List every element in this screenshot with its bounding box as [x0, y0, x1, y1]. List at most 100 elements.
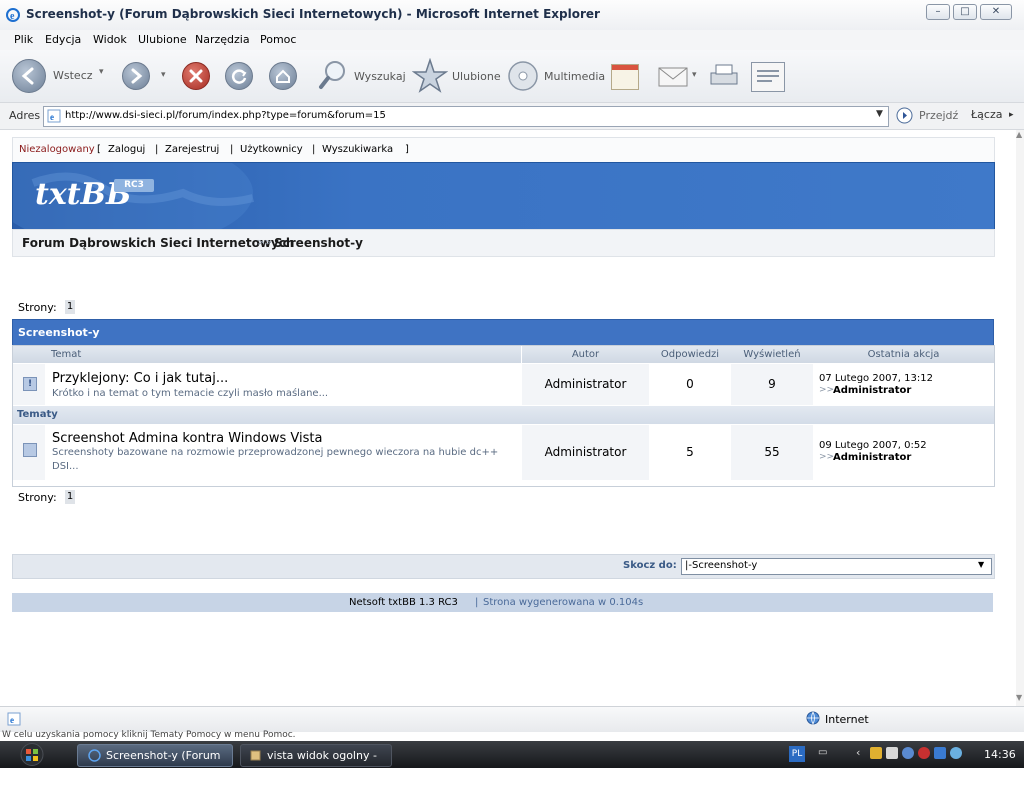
- topic-description-cont: DSI...: [52, 461, 79, 472]
- multimedia-label: Multimedia: [544, 70, 606, 83]
- go-arrow-icon: [896, 107, 913, 124]
- views-cell: 55: [731, 425, 813, 480]
- menu-help[interactable]: Pomoc: [260, 33, 296, 46]
- page-number-link-bottom[interactable]: 1: [65, 490, 75, 504]
- search-button[interactable]: Wyszukaj: [317, 58, 406, 95]
- login-link[interactable]: Zaloguj: [108, 144, 145, 155]
- table-row: ! Przyklejony: Co i jak tutaj... Krótko …: [13, 364, 994, 405]
- status-page-icon: e: [7, 712, 21, 726]
- security-zone: Internet: [825, 713, 869, 726]
- column-header-replies: Odpowiedzi: [649, 346, 732, 363]
- forward-button[interactable]: [122, 62, 150, 90]
- back-icon: [12, 59, 46, 93]
- version-badge: RC3: [114, 179, 154, 192]
- print-icon: [710, 64, 738, 85]
- last-action-arrow: >>: [819, 385, 835, 395]
- forum-banner: txtBB RC3: [12, 162, 995, 230]
- mail-icon: [658, 67, 688, 87]
- language-indicator[interactable]: PL: [789, 746, 805, 762]
- history-button[interactable]: [611, 64, 639, 90]
- tray-icons[interactable]: [870, 747, 970, 761]
- menu-favorites[interactable]: Ulubione: [138, 33, 187, 46]
- author-cell: Administrator: [522, 364, 649, 405]
- last-action-user[interactable]: Administrator: [833, 452, 911, 463]
- multimedia-button[interactable]: Multimedia: [507, 60, 605, 95]
- edit-button[interactable]: [751, 62, 785, 92]
- print-button[interactable]: [707, 62, 741, 93]
- svg-text:e: e: [10, 11, 15, 22]
- mail-button[interactable]: [657, 62, 691, 93]
- tablet-icon[interactable]: ▭: [818, 747, 827, 758]
- tray-icon[interactable]: [902, 747, 914, 759]
- history-icon: [612, 65, 638, 70]
- tray-icon[interactable]: [934, 747, 946, 759]
- tray-icon[interactable]: [918, 747, 930, 759]
- topic-title-link[interactable]: Przyklejony: Co i jak tutaj...: [52, 371, 228, 386]
- window-title-bar[interactable]: e Screenshot-y (Forum Dąbrowskich Sieci …: [0, 0, 1024, 31]
- links-chevron-icon[interactable]: ▸: [1009, 110, 1014, 120]
- column-header-last-action: Ostatnia akcja: [813, 346, 994, 363]
- home-button[interactable]: [269, 62, 297, 90]
- last-action-date: 07 Lutego 2007, 13:12: [819, 373, 933, 384]
- vertical-scrollbar[interactable]: ▲ ▼: [1016, 130, 1024, 706]
- menu-file[interactable]: Plik: [14, 33, 33, 46]
- login-separator: |: [230, 144, 234, 155]
- go-button[interactable]: Przejdź: [896, 107, 958, 127]
- search-icon: [319, 61, 345, 89]
- breadcrumb-root[interactable]: Forum Dąbrowskich Sieci Internetowych: [22, 236, 294, 250]
- scroll-down-icon[interactable]: ▼: [1016, 693, 1022, 702]
- forward-dropdown-icon[interactable]: ▾: [161, 70, 166, 80]
- column-header-author: Autor: [522, 346, 650, 363]
- menu-tools[interactable]: Narzędzia: [195, 33, 250, 46]
- minimize-button[interactable]: –: [926, 4, 950, 20]
- scroll-up-icon[interactable]: ▲: [1016, 130, 1022, 139]
- tray-icon[interactable]: [870, 747, 882, 759]
- last-action-user[interactable]: Administrator: [833, 385, 911, 396]
- taskbar-item-ie[interactable]: Screenshot-y (Forum ...: [77, 744, 233, 783]
- last-action-date: 09 Lutego 2007, 0:52: [819, 440, 927, 451]
- topic-views: 9: [768, 377, 776, 391]
- back-label: Wstecz: [53, 69, 93, 82]
- users-link[interactable]: Użytkownicy: [240, 144, 303, 155]
- menu-edit[interactable]: Edycja: [45, 33, 81, 46]
- window-title: Screenshot-y (Forum Dąbrowskich Sieci In…: [26, 7, 600, 21]
- refresh-button[interactable]: [225, 62, 253, 90]
- toolbar: Wstecz ▾ ▾ Wyszukaj Ulubione Multimedia …: [0, 50, 1024, 103]
- globe-icon: [806, 711, 820, 725]
- address-input[interactable]: e http://www.dsi-sieci.pl/forum/index.ph…: [43, 106, 889, 127]
- back-dropdown-icon[interactable]: ▾: [99, 67, 104, 77]
- login-bar: Niezalogowany [ Zaloguj | Zarejestruj | …: [12, 137, 995, 163]
- start-button[interactable]: [2, 742, 62, 767]
- tray-icon[interactable]: [950, 747, 962, 759]
- register-link[interactable]: Zarejestruj: [165, 144, 219, 155]
- taskbar-item-paint[interactable]: vista widok ogolny - P...: [240, 744, 392, 783]
- favorites-button[interactable]: Ulubione: [411, 57, 501, 97]
- edit-icon: [757, 70, 779, 82]
- jump-select[interactable]: |-Screenshot-y ▼: [681, 558, 992, 575]
- maximize-button[interactable]: □: [953, 4, 977, 20]
- clock[interactable]: 14:36: [984, 748, 1016, 761]
- links-label[interactable]: Łącza: [971, 108, 1003, 121]
- menu-view[interactable]: Widok: [93, 33, 127, 46]
- tray-expand-icon[interactable]: ‹: [856, 746, 860, 759]
- dropdown-arrow-icon: ▼: [978, 560, 985, 569]
- jump-select-value: |-Screenshot-y: [685, 560, 758, 571]
- breadcrumb-current[interactable]: Screenshot-y: [274, 236, 363, 250]
- search-link[interactable]: Wyszukiwarka: [322, 144, 393, 155]
- topic-author[interactable]: Administrator: [522, 445, 649, 459]
- jump-bar: Skocz do: |-Screenshot-y ▼: [12, 554, 995, 579]
- svg-text:e: e: [10, 715, 14, 725]
- footer-software[interactable]: Netsoft txtBB 1.3 RC3: [349, 597, 458, 608]
- tray-icon[interactable]: [886, 747, 898, 759]
- taskbar: Screenshot-y (Forum ... vista widok ogol…: [0, 741, 1024, 783]
- close-button[interactable]: ✕: [980, 4, 1012, 20]
- favorites-label: Ulubione: [452, 70, 501, 83]
- mail-dropdown-icon[interactable]: ▾: [692, 70, 697, 80]
- topic-author[interactable]: Administrator: [522, 377, 649, 391]
- page-number-link[interactable]: 1: [65, 300, 75, 314]
- topic-icon-cell: [13, 425, 45, 480]
- address-dropdown-icon[interactable]: ▼: [876, 109, 883, 119]
- column-header-views: Wyświetleń: [731, 346, 814, 363]
- topic-title-link[interactable]: Screenshot Admina kontra Windows Vista: [52, 431, 322, 446]
- stop-button[interactable]: [182, 62, 210, 90]
